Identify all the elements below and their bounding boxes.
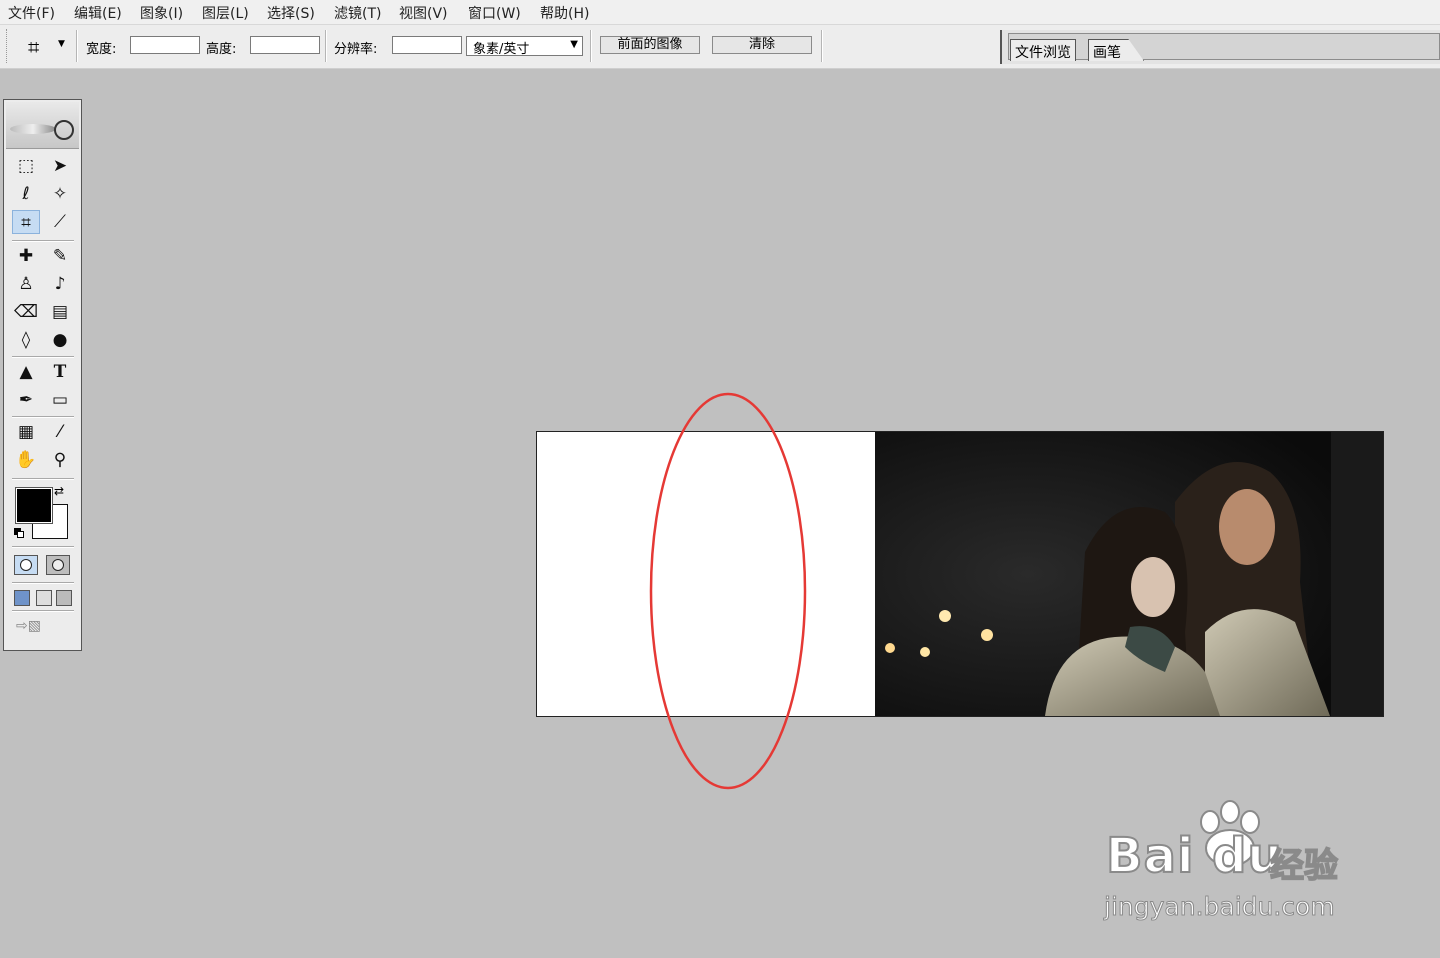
height-field[interactable]	[250, 36, 320, 54]
menu-filter[interactable]: 滤镜(T)	[334, 3, 381, 23]
blur-icon[interactable]: ◊	[12, 328, 40, 352]
slice-icon[interactable]: ⟋	[46, 210, 74, 234]
divider	[12, 240, 74, 242]
tab-file-browser[interactable]: 文件浏览	[1010, 39, 1076, 61]
options-bar-grip[interactable]	[6, 29, 10, 63]
menu-window[interactable]: 窗口(W)	[468, 3, 521, 23]
gradient-icon[interactable]: ▤	[46, 300, 74, 324]
divider	[12, 582, 74, 584]
divider	[325, 30, 327, 62]
magic-wand-icon[interactable]: ✧	[46, 182, 74, 206]
full-screen-menu-icon[interactable]	[36, 590, 52, 606]
clone-stamp-icon[interactable]: ♙	[12, 272, 40, 296]
crop-icon: ⌗	[28, 35, 40, 59]
menu-help[interactable]: 帮助(H)	[540, 3, 589, 23]
width-field[interactable]	[130, 36, 200, 54]
canvas-blank-area	[537, 432, 875, 716]
type-icon[interactable]: T	[46, 360, 74, 384]
menu-edit[interactable]: 编辑(E)	[74, 3, 122, 23]
chevron-down-icon: ▼	[570, 39, 578, 50]
menu-view[interactable]: 视图(V)	[399, 3, 448, 23]
eyedropper-icon[interactable]: ⁄	[46, 420, 74, 444]
watermark-url: jingyan.baidu.com	[1104, 892, 1336, 922]
move-icon[interactable]: ➤	[46, 154, 74, 178]
resolution-label: 分辨率:	[334, 42, 378, 57]
jump-to-imageready-icon[interactable]: ⇨▧	[16, 618, 72, 640]
eye-icon	[54, 120, 74, 140]
tool-preset-picker[interactable]: ⌗ ▼	[24, 33, 70, 59]
divider	[76, 30, 78, 62]
menu-bar: 文件(F) 编辑(E) 图象(I) 图层(L) 选择(S) 滤镜(T) 视图(V…	[0, 0, 1440, 25]
pen-icon[interactable]: ✒	[12, 388, 40, 412]
watermark-brand: Bai du	[1105, 827, 1283, 885]
watermark-suffix: 经验	[1269, 845, 1339, 887]
paw-icon	[1200, 800, 1260, 867]
menu-select[interactable]: 选择(S)	[267, 3, 315, 23]
clear-button[interactable]: 清除	[712, 36, 812, 54]
divider	[12, 478, 74, 480]
front-image-button[interactable]: 前面的图像	[600, 36, 700, 54]
marquee-icon[interactable]: ⬚	[12, 154, 40, 178]
standard-screen-icon[interactable]	[14, 590, 30, 606]
brush-icon[interactable]: ✎	[46, 244, 74, 268]
document-canvas[interactable]	[536, 431, 1384, 717]
crop-icon[interactable]: ⌗	[12, 210, 40, 234]
palette-well: 文件浏览 画笔	[1000, 30, 1440, 64]
menu-image[interactable]: 图象(I)	[140, 3, 183, 23]
history-brush-icon[interactable]: ♪	[46, 272, 74, 296]
default-colors-icon[interactable]	[14, 528, 24, 538]
resolution-unit-value: 象素/英寸	[473, 42, 530, 57]
baidu-jingyan-watermark: Bai du 经验 jingyan.baidu.com	[1100, 800, 1370, 930]
swap-colors-icon[interactable]: ⇄	[54, 484, 64, 498]
menu-layer[interactable]: 图层(L)	[202, 3, 249, 23]
hand-icon[interactable]: ✋	[12, 448, 40, 472]
notes-icon[interactable]: ▦	[12, 420, 40, 444]
full-screen-icon[interactable]	[56, 590, 72, 606]
divider	[12, 610, 74, 612]
foreground-color-swatch[interactable]	[15, 487, 53, 524]
divider	[821, 30, 823, 62]
lasso-icon[interactable]: ℓ	[12, 182, 40, 206]
dodge-icon[interactable]: ●	[46, 328, 74, 352]
toolbox-header[interactable]	[6, 102, 79, 149]
feather-icon	[10, 124, 56, 134]
standard-mode-button[interactable]	[14, 555, 38, 575]
chevron-down-icon: ▼	[58, 39, 65, 49]
photo-image	[875, 432, 1383, 716]
divider	[590, 30, 592, 62]
resolution-unit-select[interactable]: 象素/英寸 ▼	[466, 36, 583, 57]
divider	[12, 546, 74, 548]
shape-icon[interactable]: ▭	[46, 388, 74, 412]
height-label: 高度:	[206, 42, 237, 57]
zoom-icon[interactable]: ⚲	[46, 448, 74, 472]
toolbox: ⬚ ➤ ℓ ✧ ⌗ ⟋ ✚ ✎ ♙ ♪ ⌫ ▤ ◊ ● ▲ T ✒ ▭ ▦ ⁄ …	[3, 99, 82, 651]
divider	[12, 416, 74, 418]
healing-brush-icon[interactable]: ✚	[12, 244, 40, 268]
quick-mask-mode-button[interactable]	[46, 555, 70, 575]
menu-file[interactable]: 文件(F)	[8, 3, 55, 23]
eraser-icon[interactable]: ⌫	[12, 300, 40, 324]
width-label: 宽度:	[86, 42, 117, 57]
path-selection-icon[interactable]: ▲	[12, 360, 40, 384]
resolution-field[interactable]	[392, 36, 462, 54]
divider	[12, 356, 74, 358]
